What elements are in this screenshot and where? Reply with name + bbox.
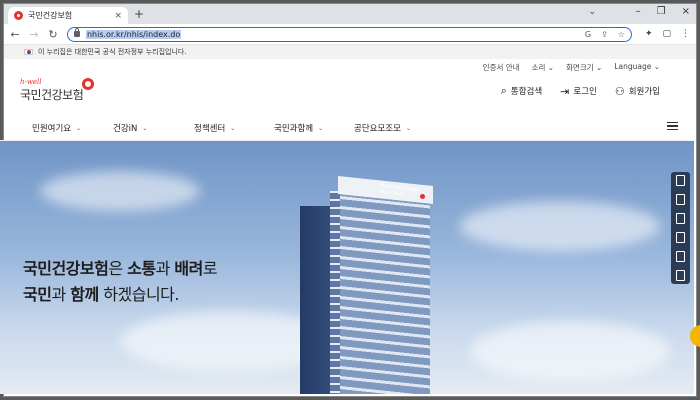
language-menu[interactable]: Language ⌄ — [614, 62, 660, 73]
url-text[interactable]: nhis.or.kr/nhis/index.do — [85, 29, 182, 39]
login-icon: ⇥ — [560, 84, 570, 98]
search-icon: ⌕ — [500, 84, 507, 97]
search-button[interactable]: ⌕ 통합검색 — [501, 84, 542, 98]
forward-button[interactable]: → — [29, 28, 39, 41]
hero-text-part: 하겠습니다. — [98, 285, 179, 304]
browser-toolbar: ← → ↻ nhis.or.kr/nhis/index.do G ⇪ ☆ ✦ ▢… — [4, 24, 696, 45]
document-icon[interactable] — [676, 175, 685, 186]
chevron-down-icon: ⌄ — [142, 124, 148, 132]
reload-button[interactable]: ↻ — [48, 28, 58, 41]
gov-banner-text[interactable]: 이 누리집은 대한민국 공식 전자정부 누리집입니다. — [38, 47, 187, 57]
maximize-button[interactable]: ❐ — [657, 6, 666, 17]
nav-label: 공단요모조모 — [354, 124, 401, 134]
browser-tab[interactable]: 국민건강보험 × — [8, 7, 128, 24]
logo-mark-icon — [82, 78, 94, 90]
sound-menu[interactable]: 소리 ⌄ — [532, 62, 554, 73]
cert-guide-link[interactable]: 인증서 안내 — [483, 62, 520, 73]
print-icon[interactable] — [676, 194, 685, 205]
doc-list-icon[interactable] — [676, 251, 685, 262]
nav-item-health[interactable]: 건강iN ⌄ — [113, 122, 147, 134]
hero-banner: National Health Insurance 국민건강보험은 소통과 배려… — [0, 141, 694, 394]
cloud — [40, 171, 200, 211]
main-nav: 민원여기요 ⌄ 건강iN ⌄ 정책센터 ⌄ 국민과함께 ⌄ 공단요모조모 ⌄ — [0, 116, 694, 141]
nav-label: 국민과함께 — [274, 124, 314, 134]
lock-icon[interactable] — [73, 28, 80, 37]
extensions-icon[interactable]: ✦ — [645, 29, 653, 39]
search-label: 통합검색 — [510, 87, 543, 97]
logo-name: 국민건강보험 — [20, 88, 84, 102]
copy-icon[interactable] — [676, 270, 685, 281]
screen-size-menu[interactable]: 화면크기 ⌄ — [566, 62, 602, 73]
hero-text-part: 과 — [51, 285, 71, 304]
hq-building-image: National Health Insurance — [300, 176, 433, 394]
lock-icon[interactable] — [676, 232, 685, 243]
hero-text-part: 로 — [202, 259, 218, 278]
cloud — [470, 321, 670, 381]
phone-icon[interactable] — [676, 213, 685, 224]
minimize-button[interactable]: – — [636, 6, 641, 17]
nav-label: 민원여기요 — [32, 124, 72, 134]
back-button[interactable]: ← — [10, 28, 20, 41]
nav-item-civil[interactable]: 민원여기요 ⌄ — [32, 122, 81, 134]
utility-menu: 인증서 안내 소리 ⌄ 화면크기 ⌄ Language ⌄ — [483, 62, 660, 73]
address-bar[interactable]: nhis.or.kr/nhis/index.do G ⇪ ☆ — [66, 26, 632, 42]
chevron-down-icon: ⌄ — [230, 124, 236, 132]
chevron-down-icon: ⌄ — [318, 124, 324, 132]
login-label: 로그인 — [573, 87, 597, 97]
signup-label: 회원가입 — [628, 87, 660, 97]
nav-item-policy[interactable]: 정책센터 ⌄ — [194, 122, 235, 134]
hero-text-bold: 배려 — [174, 259, 203, 278]
nav-label: 정책센터 — [194, 124, 226, 134]
share-icon[interactable]: ⇪ — [601, 30, 608, 39]
user-add-icon: ⚇ — [614, 84, 625, 98]
building-logo-icon — [420, 194, 425, 199]
gov-banner: 이 누리집은 대한민국 공식 전자정부 누리집입니다. — [4, 45, 696, 59]
hero-brand: 국민건강보험 — [23, 259, 109, 278]
close-window-button[interactable]: × — [682, 6, 690, 17]
tab-title: 국민건강보험 — [28, 11, 73, 20]
hero-text-part: 과 — [155, 259, 175, 278]
tab-search-icon[interactable]: ⌄ — [588, 7, 596, 17]
new-tab-button[interactable]: + — [134, 7, 144, 21]
side-panel-icon[interactable]: ▢ — [663, 29, 672, 39]
close-tab-icon[interactable]: × — [114, 11, 122, 21]
signup-button[interactable]: ⚇ 회원가입 — [615, 85, 660, 98]
hero-headline: 국민건강보험은 소통과 배려로 국민과 함께 하겠습니다. — [23, 256, 218, 308]
tab-bar: 국민건강보험 × + ⌄ – ❐ × — [4, 4, 696, 24]
korea-flag-icon — [24, 49, 33, 55]
site-logo[interactable]: h-well 국민건강보험 — [20, 78, 94, 103]
hero-text-part: 은 — [108, 259, 128, 278]
chevron-down-icon: ⌄ — [405, 124, 411, 132]
cloud — [460, 201, 660, 251]
hero-text-bold: 함께 — [70, 285, 99, 304]
window-controls: – ❐ × — [636, 6, 690, 17]
nhis-favicon-icon — [14, 11, 23, 20]
hero-text-bold: 소통 — [127, 259, 156, 278]
chevron-down-icon: ⌄ — [76, 124, 82, 132]
nav-item-about[interactable]: 공단요모조모 ⌄ — [354, 122, 411, 134]
bookmark-star-icon[interactable]: ☆ — [618, 30, 625, 39]
hamburger-menu-icon[interactable] — [667, 122, 678, 130]
google-icon[interactable]: G — [585, 30, 591, 39]
logo-tagline: h-well — [20, 78, 42, 86]
menu-kebab-icon[interactable]: ⋮ — [681, 29, 690, 39]
nav-label: 건강iN — [113, 124, 138, 134]
nav-item-together[interactable]: 국민과함께 ⌄ — [274, 122, 323, 134]
login-button[interactable]: ⇥ 로그인 — [560, 85, 597, 98]
quick-menu — [671, 172, 690, 284]
building-main — [340, 186, 430, 394]
header-actions: ⌕ 통합검색 ⇥ 로그인 ⚇ 회원가입 — [501, 84, 660, 98]
hero-text-bold: 국민 — [23, 285, 52, 304]
